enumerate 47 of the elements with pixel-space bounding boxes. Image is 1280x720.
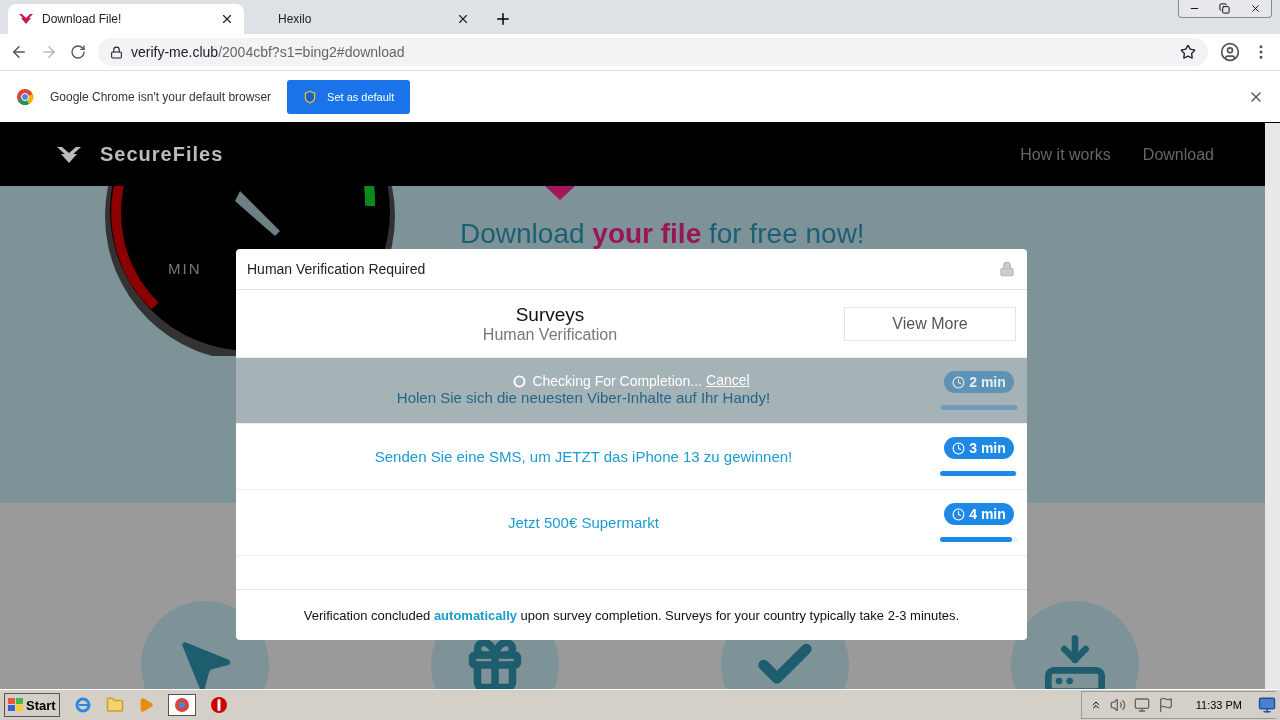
windows-logo-icon (8, 698, 24, 712)
close-icon[interactable] (220, 12, 234, 26)
dialog-subheading: Human Verification (482, 325, 618, 344)
brand-name: SecureFiles (100, 143, 225, 166)
back-icon[interactable] (10, 43, 28, 61)
restore-icon[interactable] (1219, 3, 1231, 14)
browser-icon[interactable] (167, 694, 196, 716)
checking-status: Checking For Completion... (513, 372, 702, 390)
browser-logo-icon (16, 87, 34, 106)
browser-tab[interactable]: Download File! (8, 4, 244, 34)
footer-note: Verification concluded automatically upon survey completion. Surveys for your country typically take 2-3 minutes. (303, 607, 960, 623)
dialog-title: Human Verification Required (247, 261, 426, 277)
survey-link[interactable]: Holen Sie sich die neuesten Viber-Inhalte auf Ihr Handy! (236, 389, 931, 406)
lock-icon (110, 45, 123, 59)
spinner-icon (513, 374, 527, 388)
star-icon[interactable] (1180, 44, 1196, 60)
set-default-button[interactable]: Set as default (287, 79, 411, 114)
scrollbar[interactable] (1265, 123, 1280, 689)
start-button[interactable]: Start (4, 693, 60, 717)
new-tab-icon[interactable] (494, 10, 512, 28)
browser-tab[interactable]: Hexilo (244, 4, 480, 34)
nav-link[interactable]: How it works (1020, 145, 1111, 164)
address-bar[interactable]: verify-me.club/2004cbf?s1=bing2#download (98, 38, 1208, 66)
close-icon[interactable] (1250, 3, 1262, 14)
headline: Download your file for free now! (460, 218, 865, 250)
survey-link[interactable]: Senden Sie eine SMS, um JETZT das iPhone 13 zu gewinnen! (236, 448, 931, 465)
time-badge: 2 min (944, 371, 1014, 393)
chevron-logo-icon (18, 13, 34, 25)
view-more-button[interactable]: View More (844, 306, 1016, 341)
time-badge: 4 min (944, 503, 1014, 525)
lock-icon (999, 261, 1015, 277)
close-icon[interactable] (456, 12, 470, 26)
pointer-icon (545, 186, 575, 200)
flag-icon[interactable] (1157, 697, 1174, 713)
infobar-message: Google Chrome isn't your default browser (50, 89, 272, 104)
clock: 11:33 PM (1195, 699, 1242, 711)
nav-link[interactable]: Download (1142, 145, 1214, 164)
profile-icon[interactable] (1220, 42, 1240, 62)
desktop-icon[interactable] (1258, 696, 1276, 714)
survey-link[interactable]: Jetzt 500€ Supermarkt (236, 514, 931, 531)
speaker-icon[interactable] (1109, 697, 1126, 713)
dialog-heading: Surveys (515, 303, 585, 326)
shield-icon (303, 89, 318, 104)
reload-icon[interactable] (70, 44, 86, 60)
chevron-logo-icon (56, 145, 82, 164)
time-badge: 3 min (944, 437, 1014, 459)
stop-icon[interactable] (209, 696, 228, 714)
